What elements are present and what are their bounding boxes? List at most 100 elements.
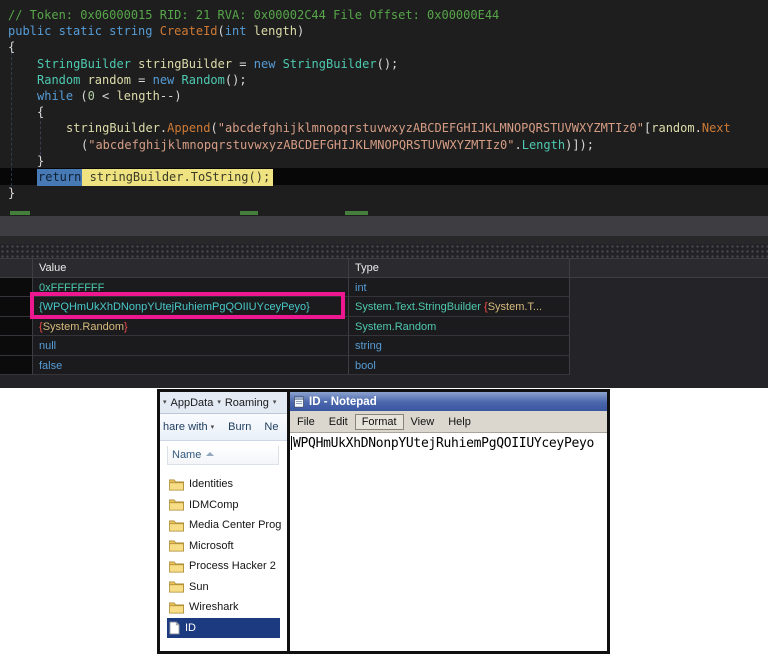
code-line: StringBuilder stringBuilder = new String… bbox=[8, 56, 768, 72]
text-token: ( bbox=[80, 89, 87, 103]
menu-item-help[interactable]: Help bbox=[441, 414, 478, 430]
chevron-down-icon[interactable]: ▾ bbox=[273, 399, 277, 406]
name-cell bbox=[0, 278, 33, 297]
decompiler-code-panel: // Token: 0x06000015 RID: 21 RVA: 0x0000… bbox=[0, 0, 768, 216]
composite-screenshot: ▾ AppData ▾ Roaming ▾ hare with ▾ Burn N… bbox=[157, 389, 610, 654]
text-caret bbox=[291, 436, 292, 450]
folder-icon bbox=[169, 498, 184, 511]
locals-row[interactable]: {System.Random}System.Random bbox=[0, 317, 768, 336]
chevron-down-icon[interactable]: ▾ bbox=[163, 399, 167, 406]
text-token: stringBuilder bbox=[131, 57, 239, 71]
text-token: System.T... bbox=[488, 301, 542, 313]
text-token: { bbox=[37, 105, 44, 119]
notepad-icon bbox=[293, 396, 305, 408]
explorer-item-media-center-prog[interactable]: Media Center Prog bbox=[167, 515, 287, 536]
window-title: ID - Notepad bbox=[309, 396, 377, 408]
code-line: Random random = new Random(); bbox=[8, 72, 768, 88]
text-token: "abcdefghijklmnopqrstuvwxyzABCDEFGHIJKLM… bbox=[88, 138, 514, 152]
explorer-item-microsoft[interactable]: Microsoft bbox=[167, 536, 287, 557]
locals-row[interactable]: false bool bbox=[0, 356, 768, 375]
name-column-header[interactable] bbox=[0, 259, 33, 277]
name-cell bbox=[0, 297, 33, 316]
explorer-item-idmcomp[interactable]: IDMComp bbox=[167, 495, 287, 516]
text-token: ) bbox=[297, 24, 304, 38]
type-cell[interactable]: System.Text.StringBuilder {System.T... bbox=[349, 297, 570, 316]
breadcrumb: ▾ AppData ▾ Roaming ▾ bbox=[160, 392, 287, 414]
annotation-highlight-box bbox=[30, 292, 345, 319]
value-cell[interactable]: {System.Random} bbox=[33, 317, 349, 336]
text-token: CreateId bbox=[160, 24, 218, 38]
chevron-down-icon[interactable]: ▾ bbox=[217, 399, 221, 406]
value-column-header[interactable]: Value bbox=[33, 259, 349, 277]
notepad-text-area[interactable]: WPQHmUkXhDNonpYUtejRuhiemPgQOIIUYceyPeyo bbox=[290, 433, 607, 651]
value-cell[interactable]: null bbox=[33, 336, 349, 355]
explorer-item-id[interactable]: ID bbox=[167, 618, 280, 639]
text-token: int bbox=[225, 24, 247, 38]
type-cell[interactable]: int bbox=[349, 278, 570, 297]
type-cell[interactable]: System.Random bbox=[349, 317, 570, 336]
type-column-header[interactable]: Type bbox=[349, 259, 570, 277]
text-token: stringBuilder.ToString(); bbox=[82, 169, 273, 186]
locals-row[interactable]: nullstring bbox=[0, 336, 768, 355]
item-label: Microsoft bbox=[189, 540, 234, 552]
text-token: // Token: 0x06000015 RID: 21 RVA: 0x0000… bbox=[8, 8, 499, 22]
text-token: public static string bbox=[8, 24, 160, 38]
folder-icon bbox=[169, 539, 184, 552]
locals-header-row: Value Type bbox=[0, 258, 768, 278]
menu-item-format[interactable]: Format bbox=[355, 414, 404, 430]
text-token: (); bbox=[377, 57, 399, 71]
text-token: StringBuilder bbox=[275, 57, 376, 71]
code-line: } bbox=[8, 153, 768, 169]
code-line: while (0 < length--) bbox=[8, 88, 768, 104]
file-icon bbox=[169, 621, 180, 635]
breadcrumb-item-appdata[interactable]: AppData bbox=[171, 397, 214, 409]
text-token: length bbox=[246, 24, 297, 38]
explorer-item-process-hacker-2[interactable]: Process Hacker 2 bbox=[167, 556, 287, 577]
dotted-grip-strip bbox=[0, 244, 768, 258]
text-token: random bbox=[80, 73, 138, 87]
text-token: } bbox=[124, 321, 128, 333]
new-folder-button[interactable]: Ne bbox=[264, 421, 278, 433]
empty-cell bbox=[570, 278, 768, 297]
folder-icon bbox=[169, 519, 184, 532]
text-token: stringBuilder bbox=[66, 121, 160, 135]
item-label: IDMComp bbox=[189, 499, 239, 511]
notepad-menubar: File Edit Format View Help bbox=[290, 411, 607, 433]
text-token: Random bbox=[37, 73, 80, 87]
text-token: int bbox=[355, 282, 367, 294]
explorer-item-sun[interactable]: Sun bbox=[167, 577, 287, 598]
empty-column-header bbox=[570, 259, 768, 277]
text-token: (); bbox=[225, 73, 247, 87]
explorer-item-identities[interactable]: Identities bbox=[167, 474, 287, 495]
text-token: while bbox=[37, 89, 80, 103]
current-statement-line: return stringBuilder.ToString(); bbox=[8, 169, 768, 185]
type-cell[interactable]: bool bbox=[349, 356, 570, 375]
value-cell[interactable]: false bbox=[33, 356, 349, 375]
name-column-header[interactable]: Name bbox=[167, 446, 279, 465]
menu-item-edit[interactable]: Edit bbox=[322, 414, 355, 430]
code-line: } bbox=[8, 185, 768, 201]
menu-item-view[interactable]: View bbox=[404, 414, 442, 430]
code-line: public static string CreateId(int length… bbox=[8, 23, 768, 39]
text-token: Next bbox=[702, 121, 731, 135]
text-token: . bbox=[695, 121, 702, 135]
burn-button[interactable]: Burn bbox=[228, 421, 251, 433]
folder-icon bbox=[169, 580, 184, 593]
item-label: ID bbox=[185, 622, 196, 634]
breadcrumb-item-roaming[interactable]: Roaming bbox=[225, 397, 269, 409]
text-token: < bbox=[95, 89, 117, 103]
text-token: ( bbox=[218, 24, 225, 38]
type-cell[interactable]: string bbox=[349, 336, 570, 355]
explorer-item-wireshark[interactable]: Wireshark bbox=[167, 597, 287, 618]
cropped-text-remnant bbox=[345, 211, 368, 215]
text-token: "abcdefghijklmnopqrstuvwxyzABCDEFGHIJKLM… bbox=[218, 121, 644, 135]
text-token: random bbox=[651, 121, 694, 135]
share-with-button[interactable]: hare with bbox=[163, 421, 208, 433]
explorer-window: ▾ AppData ▾ Roaming ▾ hare with ▾ Burn N… bbox=[160, 392, 287, 651]
text-token: bool bbox=[355, 360, 376, 372]
text-token: return bbox=[37, 169, 82, 186]
menu-item-file[interactable]: File bbox=[290, 414, 322, 430]
text-token: Length bbox=[522, 138, 565, 152]
item-label: Media Center Prog bbox=[189, 519, 281, 531]
chevron-down-icon[interactable]: ▾ bbox=[211, 424, 215, 431]
